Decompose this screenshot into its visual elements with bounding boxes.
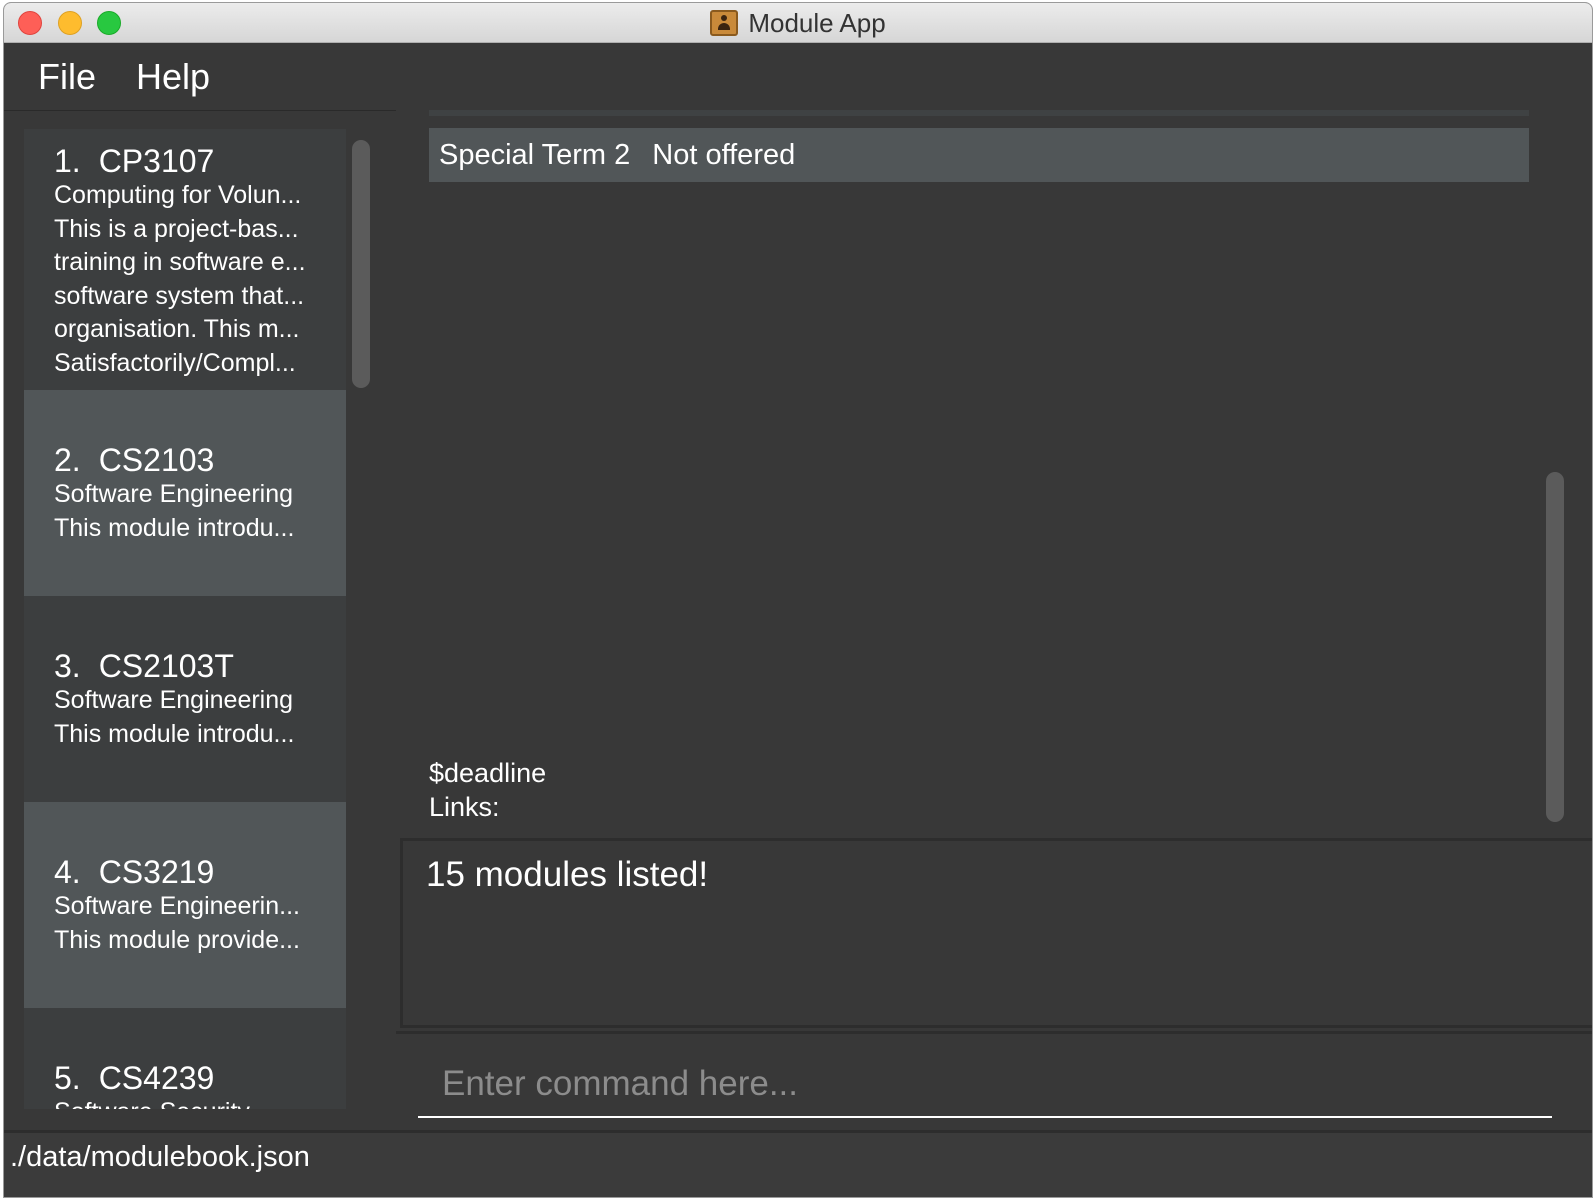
module-description-line: This is a project-bas...: [54, 214, 299, 243]
module-title: Software Engineering: [54, 686, 294, 714]
module-index: 3.: [54, 648, 81, 684]
module-list[interactable]: 1. CP3107 Computing for Volun... This is …: [24, 129, 346, 1109]
detail-term-label: Special Term 2: [439, 138, 631, 171]
module-list-panel: 1. CP3107 Computing for Volun... This is …: [4, 110, 396, 1130]
command-box: [396, 1031, 1592, 1130]
module-index: 4.: [54, 854, 81, 890]
module-description-line: training in software e...: [54, 248, 306, 276]
module-list-scrollbar[interactable]: [352, 140, 370, 388]
detail-scrollbar[interactable]: [1546, 472, 1564, 822]
module-card-header: 1. CP3107: [54, 143, 346, 179]
command-input[interactable]: [418, 1052, 1552, 1118]
detail-row-partial: [429, 110, 1529, 116]
module-description-line: This module introdu...: [54, 513, 295, 542]
menu-bar: File Help: [4, 44, 1592, 110]
module-code: CS2103: [98, 442, 215, 478]
result-display: 15 modules listed!: [400, 838, 1592, 1028]
module-index: 5.: [54, 1060, 81, 1096]
menu-help[interactable]: Help: [136, 56, 210, 98]
detail-row-special-term-2: Special Term 2 Not offered: [429, 128, 1529, 182]
module-card-1[interactable]: 1. CP3107 Computing for Volun... This is …: [24, 129, 346, 390]
app-window: Module App File Help 1. CP3107 Computing …: [3, 2, 1593, 1198]
status-file-path: ./data/modulebook.json: [10, 1141, 310, 1173]
module-index: 1.: [54, 143, 81, 179]
detail-links-label: Links:: [429, 792, 500, 822]
module-description-line: Satisfactorily/Compl...: [54, 348, 296, 377]
module-description-line: This module provide...: [54, 925, 300, 954]
module-code: CS3219: [98, 854, 215, 890]
detail-term-status: Not offered: [652, 138, 796, 171]
module-title: Software Security: [54, 1096, 346, 1109]
module-card-5[interactable]: 5. CS4239 Software Security: [24, 1008, 346, 1109]
module-card-header: 4. CS3219: [54, 854, 346, 890]
result-message: 15 modules listed!: [426, 855, 709, 894]
module-detail-panel: Special Term 2 Not offered $deadline Lin…: [396, 110, 1592, 836]
module-description-line: software system that...: [54, 281, 305, 310]
window-title-group: Module App: [4, 3, 1592, 43]
detail-deadline: $deadline: [429, 758, 547, 788]
title-bar: Module App: [4, 3, 1592, 43]
address-book-icon: [710, 10, 739, 36]
status-bar: ./data/modulebook.json: [4, 1130, 1592, 1197]
module-code: CP3107: [98, 143, 215, 179]
module-code: CS4239: [98, 1060, 215, 1096]
module-card-4[interactable]: 4. CS3219 Software Engineerin... This mod…: [24, 802, 346, 1008]
module-title: Computing for Volun...: [54, 181, 302, 209]
module-card-2[interactable]: 2. CS2103 Software Engineering This modul…: [24, 390, 346, 596]
module-index: 2.: [54, 442, 81, 478]
window-title: Module App: [748, 7, 886, 38]
module-card-3[interactable]: 3. CS2103T Software Engineering This modu…: [24, 596, 346, 802]
module-card-header: 3. CS2103T: [54, 648, 346, 684]
module-title: Software Engineering: [54, 480, 294, 508]
module-code: CS2103T: [98, 648, 234, 684]
module-card-header: 2. CS2103: [54, 442, 346, 478]
module-card-header: 5. CS4239: [54, 1060, 346, 1096]
menu-file[interactable]: File: [38, 56, 96, 98]
module-description-line: This module introdu...: [54, 719, 295, 748]
module-description-line: organisation. This m...: [54, 315, 300, 343]
module-title: Software Engineerin...: [54, 892, 300, 920]
